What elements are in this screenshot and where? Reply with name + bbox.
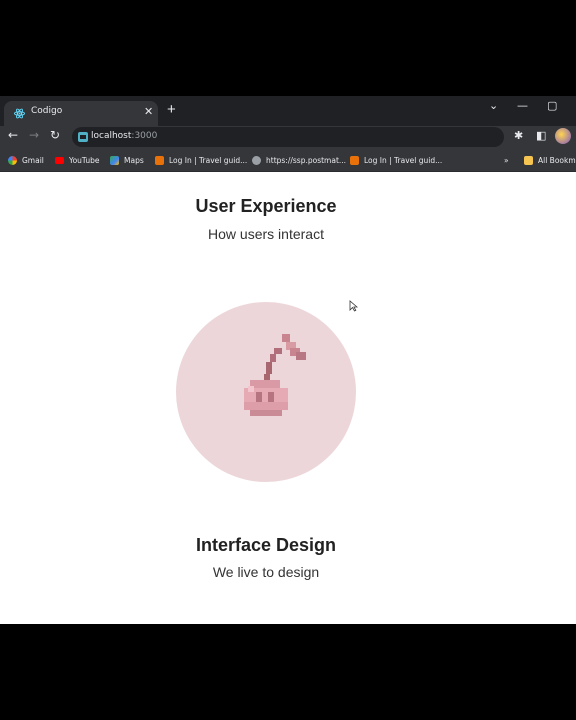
globe-icon — [252, 155, 261, 165]
bookmark-label: Maps — [124, 155, 144, 165]
side-panel-icon[interactable]: ◧ — [536, 129, 546, 142]
tab-search-icon[interactable]: ⌄ — [489, 99, 498, 112]
bookmark-label: All Bookmarks — [538, 155, 576, 165]
browser-window: Codigo ✕ + ⌄ — ▢ ← → ↻ localhost:3000 ✱ … — [0, 96, 576, 624]
site-info-icon[interactable] — [78, 132, 88, 142]
section-subtitle: We live to design — [212, 564, 320, 580]
mouse-cursor-icon — [349, 300, 358, 312]
travel-icon — [350, 155, 359, 165]
bookmark-label: Gmail — [22, 155, 44, 165]
new-tab-icon[interactable]: + — [167, 102, 176, 117]
cherry-pixel-icon — [244, 334, 306, 416]
toolbar: ← → ↻ localhost:3000 ✱ ◧ — [0, 126, 576, 148]
bookmark-label: YouTube — [69, 155, 100, 165]
address-bar[interactable]: localhost:3000 — [72, 127, 504, 147]
bookmark-maps[interactable]: Maps — [110, 153, 144, 167]
maps-icon — [110, 155, 119, 165]
more-bookmarks-icon[interactable]: » — [504, 153, 509, 167]
bookmark-postmat[interactable]: https://ssp.postmat... — [252, 153, 346, 167]
tab-title: Codigo — [31, 106, 63, 116]
url-host: localhost — [91, 131, 132, 141]
youtube-icon — [55, 156, 64, 164]
tab-codigo[interactable]: Codigo ✕ — [4, 101, 158, 126]
back-icon[interactable]: ← — [8, 128, 18, 142]
more-bookmarks-glyph: » — [504, 155, 509, 165]
bookmark-label: https://ssp.postmat... — [266, 155, 347, 165]
bookmarks-bar: Gmail YouTube Maps Log In | Travel guid.… — [0, 148, 576, 172]
url-text: localhost:3000 — [91, 131, 157, 141]
bookmark-youtube[interactable]: YouTube — [55, 153, 100, 167]
bookmark-label: Log In | Travel guid... — [169, 155, 248, 165]
illustration-circle — [176, 302, 356, 482]
maximize-icon[interactable]: ▢ — [547, 99, 557, 112]
gmail-icon — [8, 155, 17, 165]
forward-icon[interactable]: → — [29, 128, 39, 142]
minimize-icon[interactable]: — — [517, 99, 528, 112]
extensions-icon[interactable]: ✱ — [514, 129, 523, 142]
profile-avatar[interactable] — [555, 128, 571, 144]
section-title: User Experience — [195, 196, 337, 216]
tab-strip: Codigo ✕ + ⌄ — ▢ — [0, 96, 576, 126]
travel-icon — [155, 155, 164, 165]
bookmark-all-bookmarks[interactable]: All Bookmarks — [524, 153, 576, 167]
bookmark-travel-2[interactable]: Log In | Travel guid... — [350, 153, 442, 167]
bookmark-travel-1[interactable]: Log In | Travel guid... — [155, 153, 247, 167]
section-subtitle: How users interact — [208, 226, 324, 242]
bookmark-gmail[interactable]: Gmail — [8, 153, 44, 167]
tab-close-icon[interactable]: ✕ — [144, 105, 153, 118]
bookmark-label: Log In | Travel guid... — [364, 155, 443, 165]
section-title: Interface Design — [195, 535, 337, 555]
url-port: :3000 — [131, 131, 158, 141]
react-favicon-icon — [14, 108, 25, 119]
reload-icon[interactable]: ↻ — [50, 128, 60, 142]
folder-icon — [524, 155, 533, 165]
page-content: User Experience How users interact Inter… — [0, 172, 576, 624]
